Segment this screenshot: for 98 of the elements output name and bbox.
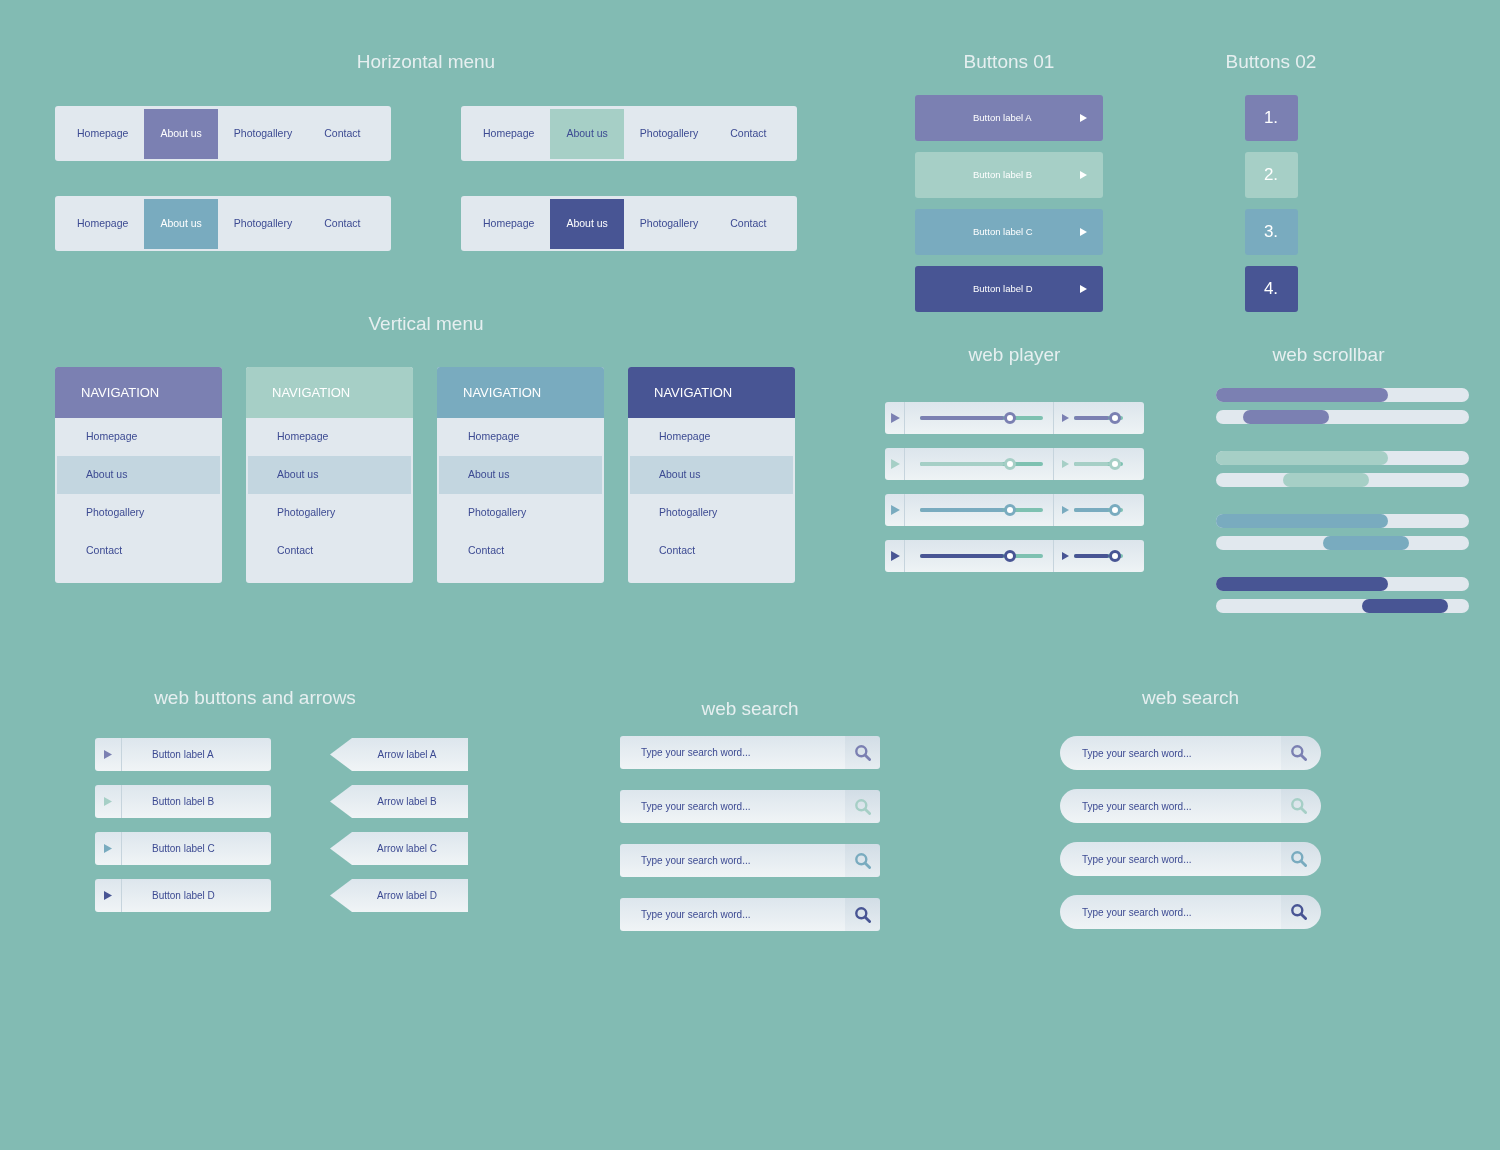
button[interactable]: Button label A	[95, 738, 271, 771]
slider-thumb[interactable]	[1109, 550, 1122, 562]
button[interactable]: Button label B	[95, 785, 271, 818]
menu-item[interactable]: Contact	[714, 199, 783, 249]
menu-item[interactable]: Contact	[248, 532, 411, 570]
slider-thumb[interactable]	[1109, 504, 1122, 516]
section-title: Buttons 02	[1225, 50, 1317, 74]
menu-item[interactable]: Homepage	[630, 418, 793, 456]
menu-item[interactable]: Photogallery	[623, 199, 715, 249]
menu-item[interactable]: Photogallery	[248, 494, 411, 532]
menu-item[interactable]: Photogallery	[439, 494, 602, 532]
scrollbar-track[interactable]	[1216, 410, 1469, 424]
menu-item[interactable]: Contact	[308, 199, 377, 249]
button[interactable]: Button label C	[95, 832, 271, 865]
search-field[interactable]: Type your search word...	[620, 898, 845, 931]
section-title: web player	[968, 343, 1061, 367]
play-icon	[1080, 171, 1087, 179]
play-icon	[1080, 114, 1087, 122]
button[interactable]: 1.	[1244, 95, 1298, 141]
search-button[interactable]	[1281, 736, 1321, 770]
search-field[interactable]: Type your search word...	[620, 736, 845, 769]
button[interactable]: Button label A	[915, 95, 1103, 141]
menu-item[interactable]: Contact	[630, 532, 793, 570]
search-field[interactable]: Type your search word...	[1060, 842, 1281, 876]
search-field[interactable]: Type your search word...	[620, 790, 845, 823]
menu-item[interactable]: Homepage	[61, 109, 145, 159]
menu-item[interactable]: About us	[630, 456, 793, 494]
menu-heading: NAVIGATION	[55, 367, 222, 418]
scrollbar-track[interactable]	[1216, 473, 1469, 487]
menu-item[interactable]: Contact	[308, 109, 377, 159]
button[interactable]: 4.	[1244, 266, 1298, 312]
slider-thumb[interactable]	[1003, 412, 1016, 424]
scrollbar-thumb[interactable]	[1282, 473, 1369, 487]
arrow-button[interactable]: Arrow label D	[330, 879, 468, 912]
scrollbar-thumb[interactable]	[1216, 451, 1389, 465]
search-field[interactable]: Type your search word...	[1060, 736, 1281, 770]
section-title: web scrollbar	[1272, 343, 1385, 367]
menu-item[interactable]: Homepage	[248, 418, 411, 456]
section-title: web search	[1141, 686, 1240, 710]
scrollbar-track[interactable]	[1216, 388, 1469, 402]
scrollbar-track[interactable]	[1216, 577, 1469, 591]
menu-item[interactable]: Photogallery	[623, 109, 715, 159]
menu-item[interactable]: Homepage	[467, 199, 551, 249]
section-title: web search	[701, 697, 799, 721]
menu-heading: NAVIGATION	[437, 367, 604, 418]
section-title: Vertical menu	[368, 312, 484, 336]
menu-item[interactable]: About us	[248, 456, 411, 494]
section-title: Horizontal menu	[356, 50, 496, 74]
play-icon	[1062, 552, 1069, 560]
menu-item[interactable]: About us	[439, 456, 602, 494]
search-button[interactable]	[1281, 895, 1321, 929]
search-button[interactable]	[845, 898, 880, 931]
play-icon	[1080, 285, 1087, 293]
slider-thumb[interactable]	[1003, 550, 1016, 562]
menu-item[interactable]: About us	[550, 199, 624, 249]
menu-heading: NAVIGATION	[246, 367, 413, 418]
menu-item[interactable]: Contact	[57, 532, 220, 570]
menu-item[interactable]: Contact	[439, 532, 602, 570]
scrollbar-thumb[interactable]	[1216, 514, 1389, 528]
menu-item[interactable]: About us	[57, 456, 220, 494]
slider-thumb[interactable]	[1003, 504, 1016, 516]
play-icon	[1080, 228, 1087, 236]
scrollbar-thumb[interactable]	[1216, 388, 1389, 402]
menu-item[interactable]: Photogallery	[57, 494, 220, 532]
scrollbar-thumb[interactable]	[1322, 536, 1409, 550]
menu-item[interactable]: Photogallery	[217, 109, 309, 159]
scrollbar-track[interactable]	[1216, 451, 1469, 465]
play-icon	[1062, 414, 1069, 422]
search-button[interactable]	[845, 736, 880, 769]
search-field[interactable]: Type your search word...	[620, 844, 845, 877]
menu-item[interactable]: Photogallery	[217, 199, 309, 249]
menu-heading: NAVIGATION	[628, 367, 795, 418]
menu-item[interactable]: Contact	[714, 109, 783, 159]
scrollbar-thumb[interactable]	[1362, 599, 1449, 613]
arrow-button[interactable]: Arrow label B	[330, 785, 468, 818]
scrollbar-track[interactable]	[1216, 536, 1469, 550]
button[interactable]: Button label D	[915, 266, 1103, 312]
slider-thumb[interactable]	[1109, 412, 1122, 424]
menu-item[interactable]: Homepage	[57, 418, 220, 456]
search-field[interactable]: Type your search word...	[1060, 789, 1281, 823]
arrow-button[interactable]: Arrow label C	[330, 832, 468, 865]
scrollbar-thumb[interactable]	[1243, 410, 1330, 424]
button[interactable]: Button label D	[95, 879, 271, 912]
section-title: Buttons 01	[963, 50, 1055, 74]
play-icon	[1062, 460, 1069, 468]
search-field[interactable]: Type your search word...	[1060, 895, 1281, 929]
menu-item[interactable]: About us	[144, 109, 218, 159]
section-title: web buttons and arrows	[154, 686, 356, 710]
scrollbar-thumb[interactable]	[1216, 577, 1389, 591]
play-icon	[1062, 506, 1069, 514]
menu-item[interactable]: Homepage	[439, 418, 602, 456]
arrow-button[interactable]: Arrow label A	[330, 738, 468, 771]
menu-item[interactable]: About us	[550, 109, 624, 159]
menu-item[interactable]: Photogallery	[630, 494, 793, 532]
menu-item[interactable]: Homepage	[61, 199, 145, 249]
scrollbar-track[interactable]	[1216, 599, 1469, 613]
scrollbar-track[interactable]	[1216, 514, 1469, 528]
menu-item[interactable]: Homepage	[467, 109, 551, 159]
